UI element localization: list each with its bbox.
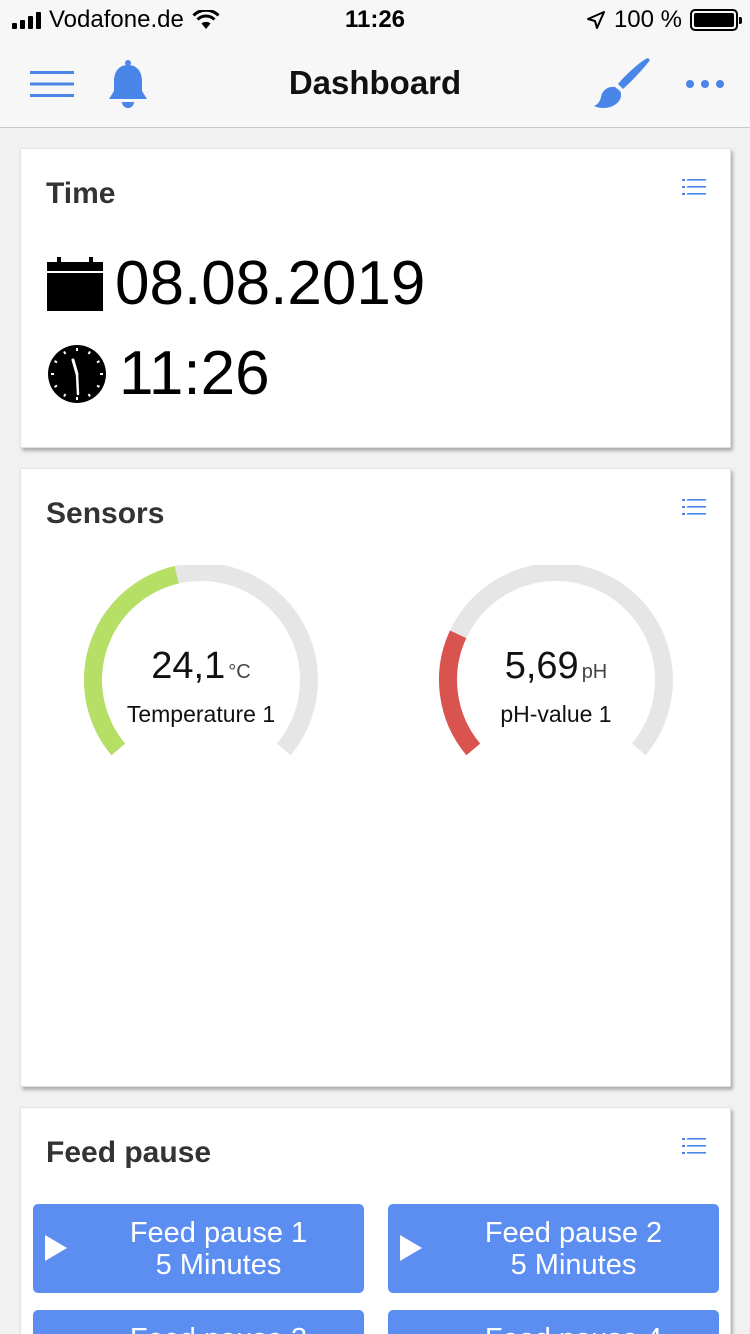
wifi-icon <box>192 10 220 29</box>
date-value: 08.08.2019 <box>115 249 426 318</box>
gauge-unit: pH <box>581 661 608 683</box>
feed-pause-4-button[interactable]: Feed pause 4 <box>388 1310 719 1334</box>
gauge-value: 24,1 <box>151 645 226 687</box>
calendar-icon <box>47 257 103 311</box>
feed-button-duration: 5 Minutes <box>510 1249 637 1281</box>
menu-button[interactable] <box>28 40 76 128</box>
feed-pause-3-button[interactable]: Feed pause 3 <box>33 1310 364 1334</box>
feed-button-label: Feed pause 3 <box>73 1323 364 1334</box>
gauge-label: pH-value 1 <box>500 701 612 727</box>
list-menu-icon[interactable] <box>682 497 706 517</box>
battery-icon <box>690 9 742 31</box>
cellular-signal-icon <box>12 11 41 29</box>
feed-button-label: Feed pause 2 <box>484 1217 663 1249</box>
theme-button[interactable] <box>590 40 654 128</box>
feed-pause-2-button[interactable]: Feed pause 2 5 Minutes <box>388 1204 719 1293</box>
location-arrow-icon <box>586 11 605 29</box>
feed-button-duration: 5 Minutes <box>155 1249 282 1281</box>
card-title: Feed pause <box>46 1136 212 1169</box>
navigation-bar: Dashboard <box>0 40 750 128</box>
brush-icon <box>594 58 650 109</box>
gauge-value: 5,69 <box>504 645 579 687</box>
notifications-button[interactable] <box>104 40 152 128</box>
temperature-gauge[interactable]: 24,1 °C Temperature 1 <box>76 565 326 765</box>
battery-percentage: 100 % <box>613 6 682 33</box>
list-menu-icon[interactable] <box>682 1136 706 1156</box>
time-card: Time 08.08.2019 11:26 <box>20 148 731 448</box>
more-dots-icon <box>686 80 724 88</box>
hamburger-icon <box>30 71 74 97</box>
bell-icon <box>109 60 147 108</box>
card-title: Sensors <box>46 497 165 530</box>
gauge-unit: °C <box>228 661 251 683</box>
gauge-label: Temperature 1 <box>126 701 276 727</box>
list-menu-icon[interactable] <box>682 177 706 197</box>
play-icon <box>400 1235 422 1261</box>
ph-gauge[interactable]: 5,69 pH pH-value 1 <box>431 565 681 765</box>
sensors-card: Sensors 24,1 °C Temperature 1 5,69 pH pH-v… <box>20 468 731 1087</box>
card-title: Time <box>46 177 116 210</box>
carrier-name: Vodafone.de <box>49 6 184 33</box>
feed-button-label: Feed pause 4 <box>428 1323 719 1334</box>
play-icon <box>45 1235 67 1261</box>
time-row: 11:26 <box>47 339 270 409</box>
date-row: 08.08.2019 <box>47 249 425 319</box>
more-button[interactable] <box>680 40 730 128</box>
feed-pause-card: Feed pause Feed pause 1 5 Minutes Feed p… <box>20 1107 731 1334</box>
feed-button-label: Feed pause 1 <box>129 1217 308 1249</box>
status-bar: Vodafone.de 11:26 100 % <box>0 0 750 40</box>
time-value: 11:26 <box>119 339 270 408</box>
feed-pause-1-button[interactable]: Feed pause 1 5 Minutes <box>33 1204 364 1293</box>
clock-icon <box>48 345 106 403</box>
